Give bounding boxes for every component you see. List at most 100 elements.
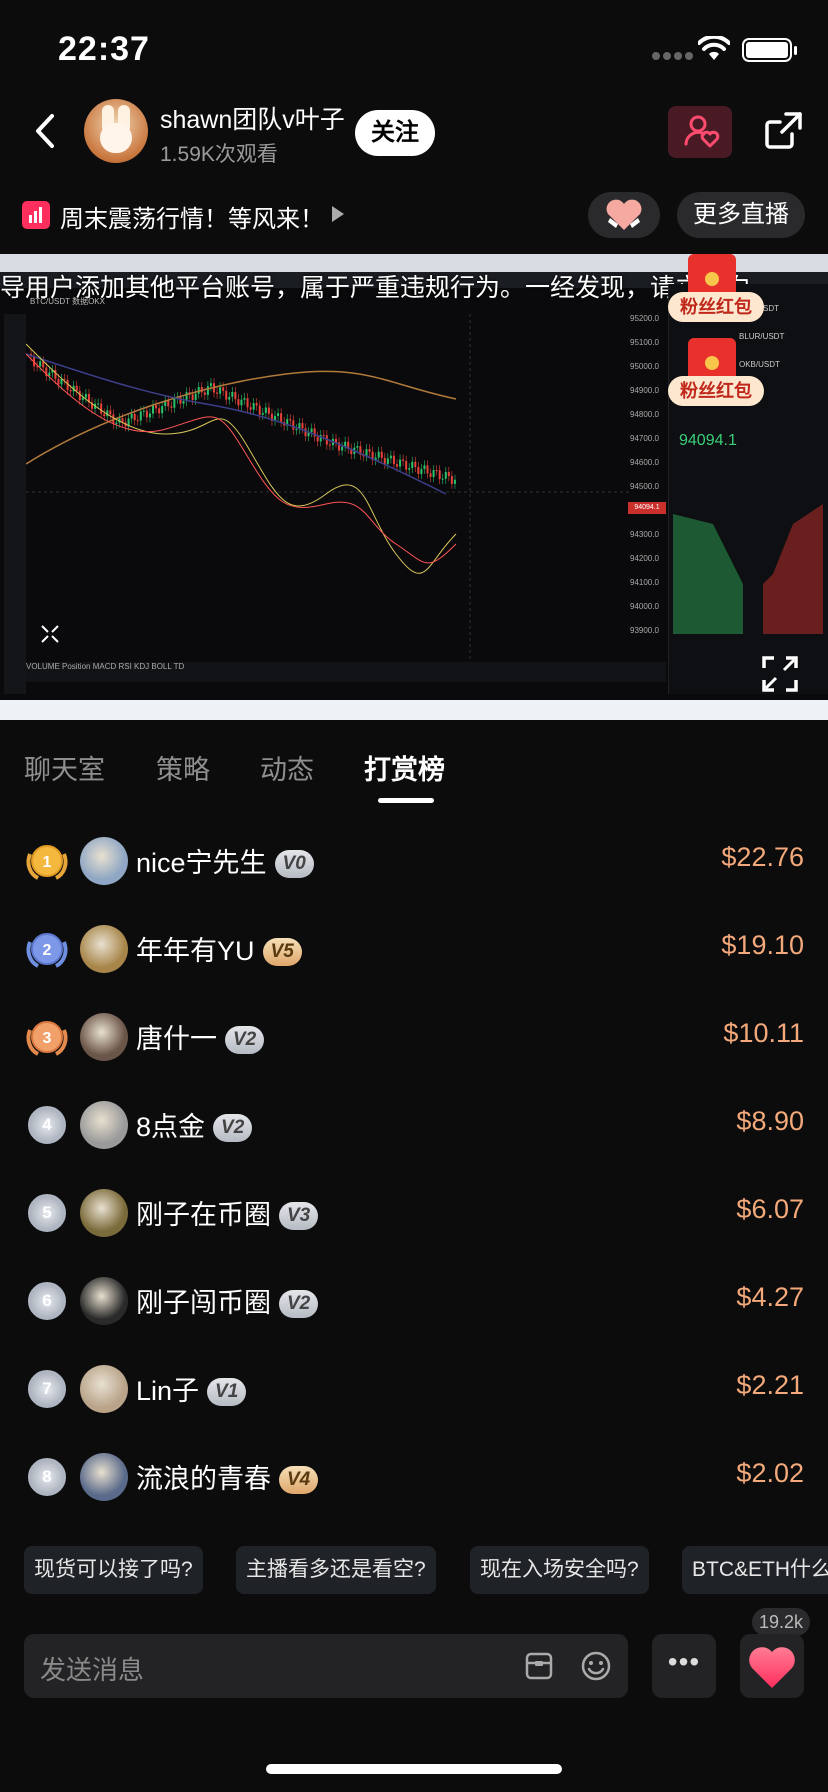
avatar[interactable] [80,1101,128,1149]
wifi-icon [698,36,730,60]
live-video[interactable]: 导用户添加其他平台账号，属于严重违规行为。一经发现，请立即向 BTC/USDT … [0,254,828,720]
tab-tip-ranking[interactable]: 打赏榜 [364,748,445,787]
rank-badge: 6 [28,1282,66,1320]
price-tick: 95100.0 [630,338,659,347]
ranking-row[interactable]: 1 nice宁先生 V0 $22.76 [0,816,828,904]
ranking-row[interactable]: 6 刚子闯币圈 V2 $4.27 [0,1256,828,1344]
ranking-row[interactable]: 5 刚子在币圈 V3 $6.07 [0,1168,828,1256]
current-price-tag: 94094.1 [628,502,666,514]
quick-question[interactable]: 现货可以接了吗? [24,1546,203,1594]
quick-question[interactable]: 主播看多还是看空? [236,1546,436,1594]
like-button[interactable] [740,1634,804,1698]
tab-chatroom[interactable]: 聊天室 [24,748,105,787]
user-name: 年年有YU [136,936,255,966]
share-icon[interactable] [764,110,804,150]
panel-price: 94094.1 [679,432,737,449]
ranking-row[interactable]: 7 Lin子 V1 $2.21 [0,1344,828,1432]
price-tick: 94500.0 [630,482,659,491]
level-badge: V4 [279,1466,319,1494]
tip-amount: $22.76 [721,842,804,872]
avatar[interactable] [80,1189,128,1237]
streamer-name[interactable]: shawn团队v叶子 [160,100,345,136]
price-axis: 95200.0 95100.0 95000.0 94900.0 94800.0 94700… [628,314,666,670]
tip-amount: $4.27 [736,1282,804,1312]
price-tick: 94200.0 [630,554,659,563]
ranking-row[interactable]: 3 唐什一 V2 $10.11 [0,992,828,1080]
level-badge: V3 [279,1202,319,1230]
heart-icon [749,1647,795,1688]
price-tick: 94900.0 [630,386,659,395]
gold-medal-icon: 1 [26,845,68,880]
level-badge: V2 [213,1114,253,1142]
os-taskbar [0,700,828,720]
user-name: 8点金 [136,1112,206,1142]
price-tick: 94700.0 [630,434,659,443]
signal-dot [652,52,660,60]
price-tick: 94100.0 [630,578,659,587]
price-tick: 94300.0 [630,530,659,539]
follow-button[interactable]: 关注 [355,110,435,156]
price-tick: 95200.0 [630,314,659,323]
avatar[interactable] [80,837,128,885]
play-icon[interactable] [332,206,344,222]
tip-amount: $2.21 [736,1370,804,1400]
ranking-row[interactable]: 2 年年有YU V5 $19.10 [0,904,828,992]
ranking-row[interactable]: 4 8点金 V2 $8.90 [0,1080,828,1168]
tip-amount: $19.10 [721,930,804,960]
rank-number: 1 [43,854,52,871]
person-heart-icon [684,115,720,148]
level-badge: V2 [279,1290,319,1318]
avatar[interactable] [80,1277,128,1325]
signal-dot [663,52,671,60]
sticker-icon[interactable] [524,1651,554,1681]
pair-label: BTC/USDT 数据OKX [30,297,105,306]
more-options-button[interactable]: ••• [652,1634,716,1698]
signal-dot [685,52,693,60]
price-tick: 94000.0 [630,602,659,611]
status-bar: 22:37 [0,0,828,96]
fan-club-button[interactable] [668,106,732,158]
price-tick: 95000.0 [630,362,659,371]
user-name: 唐什一 [136,1024,217,1054]
ranking-row[interactable]: 8 流浪的青春 V4 $2.02 [0,1432,828,1520]
emoji-icon[interactable] [580,1650,612,1682]
chart-toolbar [4,314,26,694]
avatar[interactable] [80,1365,128,1413]
heart-hands-button[interactable] [588,192,660,238]
more-live-button[interactable]: 更多直播 [677,192,805,238]
message-placeholder: 发送消息 [40,1655,145,1685]
rank-badge: 7 [28,1370,66,1408]
quick-question[interactable]: BTC&ETH什么 [682,1546,828,1594]
red-packet-label: 粉丝红包 [668,376,764,406]
pair-list-item: BLUR/USDT [739,332,785,341]
avatar[interactable] [80,1453,128,1501]
level-badge: V2 [225,1026,265,1054]
user-name: 刚子在币圈 [136,1200,271,1230]
back-arrow-icon[interactable] [30,110,64,152]
shrink-icon[interactable] [40,624,60,644]
price-tick: 94600.0 [630,458,659,467]
tab-feed[interactable]: 动态 [260,748,314,787]
message-input[interactable]: 发送消息 [24,1634,628,1698]
like-count: 19.2k [752,1608,811,1636]
price-tick: 94800.0 [630,410,659,419]
tab-strategy[interactable]: 策略 [156,748,210,787]
level-badge: V5 [262,938,302,966]
tip-amount: $8.90 [736,1106,804,1136]
rank-badge: 8 [28,1458,66,1496]
red-packet-label: 粉丝红包 [668,292,764,322]
rank-number: 3 [43,1030,52,1047]
avatar[interactable] [80,1013,128,1061]
stream-topic[interactable]: 周末震荡行情！等风来！ [60,199,324,234]
avatar[interactable] [80,925,128,973]
fullscreen-icon[interactable] [760,654,800,694]
rank-number: 2 [43,942,52,959]
level-badge: V1 [207,1378,247,1406]
streamer-avatar[interactable] [84,99,148,163]
indicator-toolbar: VOLUME Position MACD RSI KDJ BOLL TD [26,662,666,682]
depth-chart [673,504,823,634]
bronze-medal-icon: 3 [26,1021,68,1056]
view-count: 1.59K次观看 [160,143,278,166]
user-name: 刚子闯币圈 [136,1288,271,1318]
quick-question[interactable]: 现在入场安全吗? [470,1546,649,1594]
